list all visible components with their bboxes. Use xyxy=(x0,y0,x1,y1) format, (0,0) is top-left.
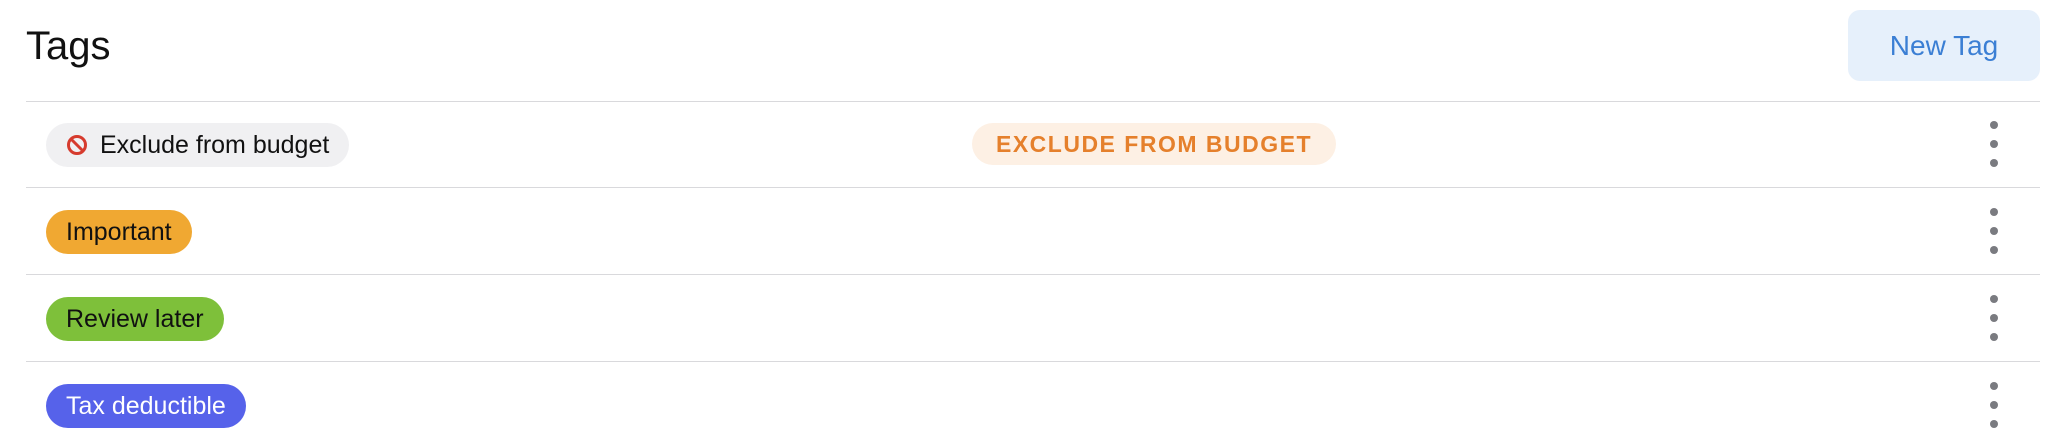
menu-dot xyxy=(1990,208,1998,216)
tag-row: Review later xyxy=(26,275,2040,362)
tag-label: Tax deductible xyxy=(66,392,226,420)
tag-label: Exclude from budget xyxy=(100,131,330,159)
menu-dot xyxy=(1990,420,1998,428)
exclude-from-budget-badge: EXCLUDE FROM BUDGET xyxy=(972,123,1336,165)
page-title: Tags xyxy=(26,24,111,68)
tag-row: Tax deductible xyxy=(26,362,2040,448)
new-tag-button[interactable]: New Tag xyxy=(1848,10,2040,81)
menu-dot xyxy=(1990,227,1998,235)
menu-dot xyxy=(1990,314,1998,322)
tag-row: Exclude from budget EXCLUDE FROM BUDGET xyxy=(26,101,2040,188)
tag-label: Review later xyxy=(66,305,204,333)
menu-dot xyxy=(1990,401,1998,409)
tag-pill-review-later[interactable]: Review later xyxy=(46,297,224,341)
more-options-icon[interactable] xyxy=(1984,121,2004,167)
menu-dot xyxy=(1990,295,1998,303)
menu-dot xyxy=(1990,333,1998,341)
more-options-icon[interactable] xyxy=(1984,295,2004,341)
menu-dot xyxy=(1990,159,1998,167)
menu-dot xyxy=(1990,121,1998,129)
tag-pill-important[interactable]: Important xyxy=(46,210,192,254)
tag-label: Important xyxy=(66,218,172,246)
tag-pill-tax-deductible[interactable]: Tax deductible xyxy=(46,384,246,428)
tag-row: Important xyxy=(26,188,2040,275)
prohibited-icon xyxy=(67,135,87,155)
more-options-icon[interactable] xyxy=(1984,208,2004,254)
more-options-icon[interactable] xyxy=(1984,382,2004,428)
menu-dot xyxy=(1990,140,1998,148)
menu-dot xyxy=(1990,382,1998,390)
menu-dot xyxy=(1990,246,1998,254)
tag-list: Exclude from budget EXCLUDE FROM BUDGET … xyxy=(26,101,2040,448)
tag-pill-exclude-from-budget[interactable]: Exclude from budget xyxy=(46,123,350,167)
page-header: Tags New Tag xyxy=(26,0,2040,102)
